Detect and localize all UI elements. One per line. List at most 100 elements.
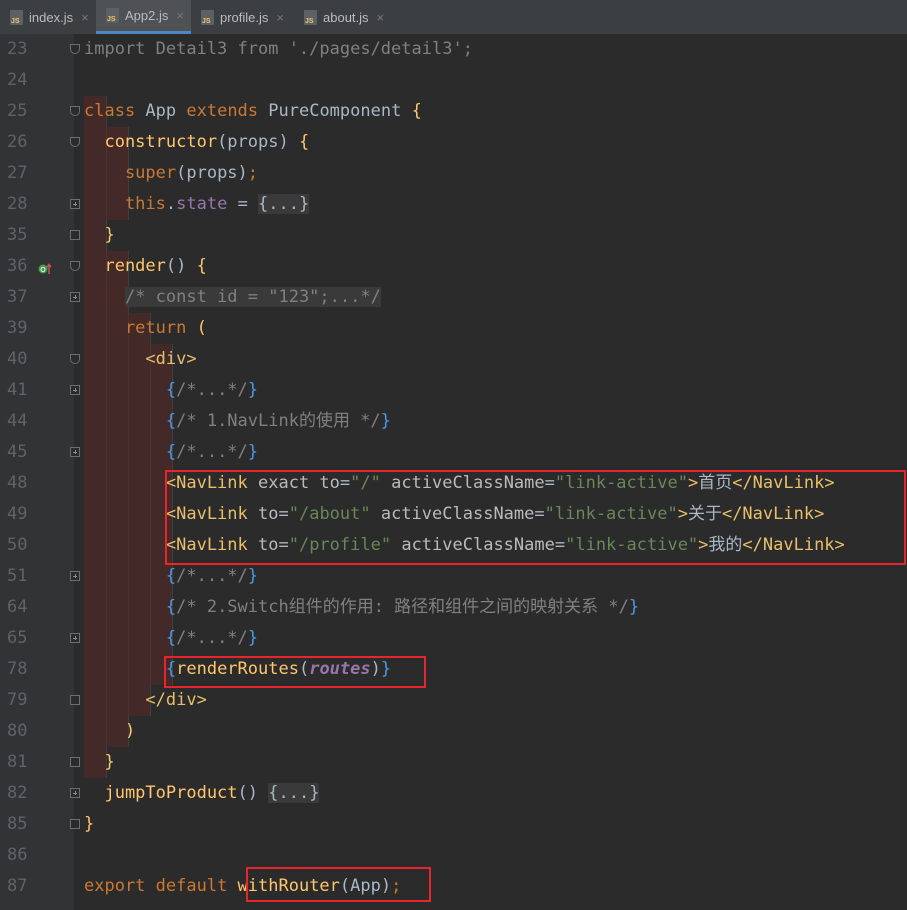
fold-expand-icon[interactable] bbox=[70, 199, 80, 209]
code-line[interactable]: } bbox=[84, 220, 114, 251]
code-line[interactable]: import Detail3 from './pages/detail3'; bbox=[84, 34, 473, 65]
gutter-line: 65 bbox=[0, 623, 74, 654]
fold-expand-icon[interactable] bbox=[70, 633, 80, 643]
gutter-line: 45 bbox=[0, 437, 74, 468]
code-token: /* const id = "123";...*/ bbox=[124, 287, 381, 307]
gutter-line: 64 bbox=[0, 592, 74, 623]
gutter-line: 35 bbox=[0, 220, 74, 251]
tab-label: App2.js bbox=[125, 8, 169, 23]
code-line[interactable]: </div> bbox=[84, 685, 207, 716]
line-number: 82 bbox=[7, 783, 28, 803]
gutter-line: 87 bbox=[0, 871, 74, 902]
code-line[interactable]: class App extends PureComponent { bbox=[84, 96, 422, 127]
code-token: /* 2.Switch组件的作用: 路径和组件之间的映射关系 */ bbox=[176, 597, 629, 617]
line-number: 51 bbox=[7, 566, 28, 586]
line-number: 37 bbox=[7, 287, 28, 307]
code-token: import Detail3 from './pages/detail3'; bbox=[84, 39, 473, 59]
fold-collapse-icon[interactable] bbox=[70, 137, 80, 147]
close-icon[interactable]: × bbox=[81, 10, 89, 25]
code-token: { bbox=[84, 411, 177, 431]
code-token: ) bbox=[84, 721, 136, 741]
gutter-line: 39 bbox=[0, 313, 74, 344]
code-line[interactable]: } bbox=[84, 809, 94, 840]
code-line[interactable]: {/*...*/} bbox=[84, 623, 258, 654]
line-number: 24 bbox=[7, 70, 28, 90]
code-line[interactable]: this.state = {...} bbox=[84, 189, 310, 220]
line-number: 41 bbox=[7, 380, 28, 400]
code-token: { bbox=[84, 442, 177, 462]
code-token: jumpToProduct bbox=[84, 783, 238, 803]
line-number: 85 bbox=[7, 814, 28, 834]
code-token: PureComponent bbox=[268, 101, 412, 121]
gutter-line: 80 bbox=[0, 716, 74, 747]
code-line[interactable]: <div> bbox=[84, 344, 196, 375]
tab-profile-js[interactable]: profile.js × bbox=[191, 0, 294, 34]
fold-collapse-icon[interactable] bbox=[70, 106, 80, 116]
fold-collapse-icon[interactable] bbox=[70, 354, 80, 364]
fold-collapse-icon[interactable] bbox=[70, 44, 80, 54]
fold-expand-icon[interactable] bbox=[70, 292, 80, 302]
line-number: 80 bbox=[7, 721, 28, 741]
js-file-icon bbox=[304, 9, 317, 25]
code-token: /*...*/ bbox=[176, 566, 248, 586]
code-line[interactable]: jumpToProduct() {...} bbox=[84, 778, 320, 809]
code-token: /* 1.NavLink的使用 */ bbox=[176, 411, 381, 431]
close-icon[interactable]: × bbox=[176, 8, 184, 23]
line-gutter: 23 24 25 26 27 28 35 36 37 39 40 41 44 45 48 49 50 51 64 65… bbox=[0, 34, 74, 910]
code-token: = bbox=[227, 194, 259, 214]
code-line[interactable]: render() { bbox=[84, 251, 207, 282]
code-token: { bbox=[84, 628, 177, 648]
gutter-line: 25 bbox=[0, 96, 74, 127]
gutter-line: 36 bbox=[0, 251, 74, 282]
tab-about-js[interactable]: about.js × bbox=[294, 0, 386, 34]
gutter-line: 28 bbox=[0, 189, 74, 220]
code-editor[interactable]: 23 24 25 26 27 28 35 36 37 39 40 41 44 45 48 49 50 51 64 65… bbox=[0, 34, 907, 910]
fold-collapse-icon[interactable] bbox=[70, 230, 80, 240]
override-method-icon[interactable]: O bbox=[38, 262, 52, 276]
fold-collapse-icon[interactable] bbox=[70, 819, 80, 829]
line-number: 65 bbox=[7, 628, 28, 648]
fold-expand-icon[interactable] bbox=[70, 447, 80, 457]
code-token: </div> bbox=[84, 690, 207, 710]
tab-app2-js[interactable]: App2.js × bbox=[96, 0, 191, 34]
code-line[interactable]: {/* 2.Switch组件的作用: 路径和组件之间的映射关系 */} bbox=[84, 592, 639, 623]
code-token: /*...*/ bbox=[176, 442, 248, 462]
code-token: (props) bbox=[217, 132, 299, 152]
code-line[interactable]: } bbox=[84, 747, 114, 778]
code-token: /*...*/ bbox=[176, 628, 248, 648]
code-token: /*...*/ bbox=[176, 380, 248, 400]
editor-tab-bar: index.js × App2.js × profile.js × about.js × bbox=[0, 0, 907, 35]
code-token: } bbox=[628, 597, 640, 617]
tab-index-js[interactable]: index.js × bbox=[0, 0, 96, 34]
code-token: App bbox=[145, 101, 187, 121]
code-line[interactable]: {/* 1.NavLink的使用 */} bbox=[84, 406, 391, 437]
code-line[interactable]: {/*...*/} bbox=[84, 437, 258, 468]
code-line[interactable]: {/*...*/} bbox=[84, 561, 258, 592]
gutter-line: 82 bbox=[0, 778, 74, 809]
code-token: . bbox=[165, 194, 177, 214]
tab-label: profile.js bbox=[220, 9, 269, 25]
fold-expand-icon[interactable] bbox=[70, 788, 80, 798]
js-file-icon bbox=[10, 9, 23, 25]
code-line[interactable]: super(props); bbox=[84, 158, 258, 189]
code-token: } bbox=[247, 628, 259, 648]
fold-expand-icon[interactable] bbox=[70, 571, 80, 581]
code-line[interactable]: constructor(props) { bbox=[84, 127, 309, 158]
code-token: {...} bbox=[268, 783, 320, 803]
code-token: { bbox=[84, 380, 177, 400]
highlight-box-render-routes bbox=[164, 656, 426, 688]
code-token: } bbox=[247, 380, 259, 400]
code-line[interactable]: return ( bbox=[84, 313, 207, 344]
fold-collapse-icon[interactable] bbox=[70, 261, 80, 271]
fold-collapse-icon[interactable] bbox=[70, 695, 80, 705]
close-icon[interactable]: × bbox=[377, 10, 385, 25]
code-token: { bbox=[196, 256, 207, 276]
code-line[interactable]: ) bbox=[84, 716, 135, 747]
code-line[interactable]: {/*...*/} bbox=[84, 375, 258, 406]
code-line[interactable]: /* const id = "123";...*/ bbox=[84, 282, 381, 313]
fold-collapse-icon[interactable] bbox=[70, 757, 80, 767]
close-icon[interactable]: × bbox=[276, 10, 284, 25]
fold-expand-icon[interactable] bbox=[70, 385, 80, 395]
highlight-box-with-router bbox=[246, 867, 431, 902]
gutter-line: 26 bbox=[0, 127, 74, 158]
